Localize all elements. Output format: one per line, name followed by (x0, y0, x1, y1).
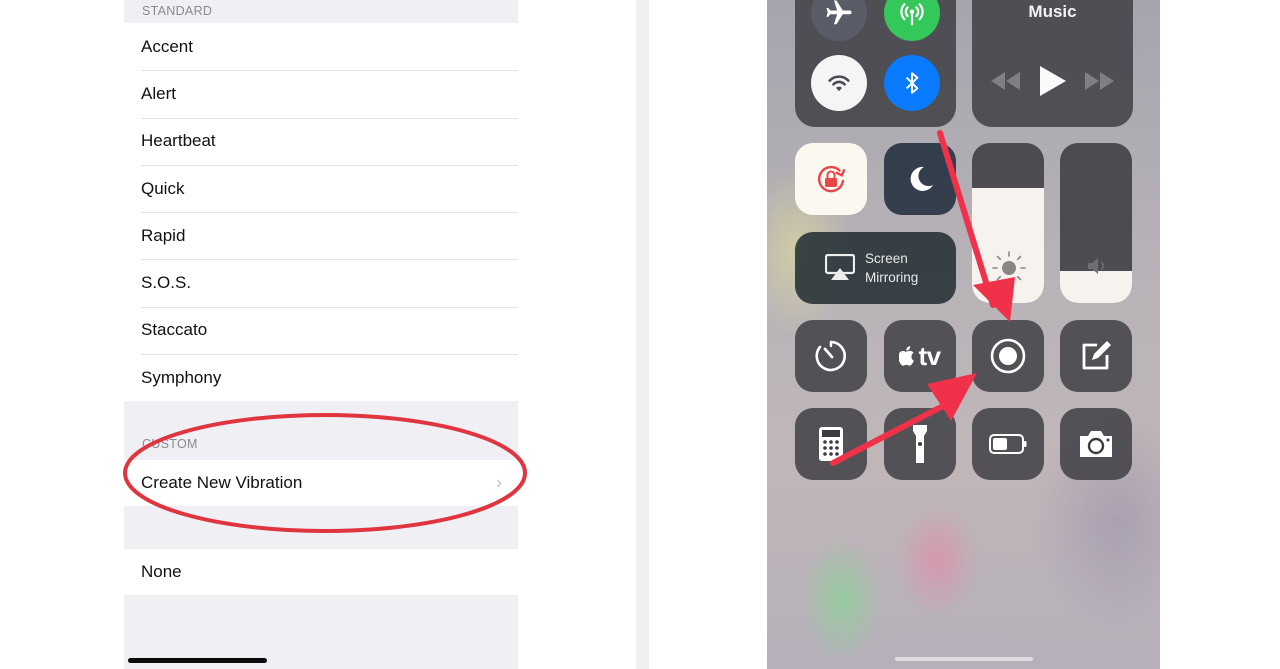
bluetooth-toggle[interactable] (884, 55, 940, 111)
music-title: Music (1028, 2, 1077, 21)
list-item-heartbeat[interactable]: Heartbeat (124, 117, 518, 165)
list-item-none[interactable]: None (124, 549, 518, 595)
speaker-icon (1088, 258, 1104, 274)
create-new-vibration-item[interactable]: Create New Vibration › (124, 460, 518, 506)
volume-slider[interactable] (1060, 143, 1132, 303)
play-icon[interactable] (1038, 66, 1067, 96)
wifi-icon (828, 75, 850, 92)
none-list: None (124, 549, 518, 595)
airplay-icon (825, 254, 855, 280)
list-item-label: Quick (141, 178, 185, 198)
low-power-mode-button[interactable] (972, 408, 1044, 480)
list-item-sos[interactable]: S.O.S. (124, 259, 518, 306)
camera-icon (1080, 431, 1112, 457)
bluetooth-icon (905, 72, 919, 94)
calculator-icon (819, 427, 843, 461)
vibration-settings-panel: STANDARD Accent Alert Heartbeat Quick Ra… (124, 0, 518, 669)
list-item-label: Symphony (141, 367, 222, 387)
orientation-lock-icon (817, 165, 846, 193)
music-module[interactable]: Music (972, 0, 1133, 127)
timer-button[interactable] (795, 320, 867, 392)
chevron-right-icon: › (496, 472, 502, 493)
standard-section-header: STANDARD (124, 0, 518, 22)
sun-icon (992, 251, 1026, 285)
list-item-rapid[interactable]: Rapid (124, 212, 518, 259)
list-item-staccato[interactable]: Staccato (124, 306, 518, 354)
airplane-mode-toggle[interactable] (811, 0, 867, 41)
notes-icon (1082, 341, 1111, 370)
screen-mirroring-line2: Mirroring (865, 270, 919, 285)
custom-section-header: CUSTOM (124, 433, 518, 455)
flashlight-button[interactable] (884, 408, 956, 480)
list-item-label: Alert (141, 83, 176, 103)
rewind-icon[interactable] (990, 72, 1021, 90)
cellular-data-toggle[interactable] (884, 0, 940, 41)
brightness-slider[interactable] (972, 143, 1044, 303)
list-item-label: Create New Vibration (141, 473, 303, 492)
home-indicator (895, 657, 1033, 661)
list-item-label: Rapid (141, 225, 186, 245)
list-item-label: Staccato (141, 320, 208, 340)
list-item-label: None (141, 562, 182, 581)
standard-header-label: STANDARD (142, 4, 213, 18)
list-item-label: Heartbeat (141, 131, 216, 151)
custom-header-label: CUSTOM (142, 437, 198, 451)
brightness-fill (972, 187, 1044, 303)
battery-icon (989, 434, 1027, 454)
screen-mirroring-line1: Screen (865, 251, 908, 266)
control-center: Music Screen Mirroring tv (767, 0, 1160, 669)
panel-divider (636, 0, 649, 669)
screen-mirroring-label: Screen Mirroring (865, 249, 918, 287)
standard-list: Accent Alert Heartbeat Quick Rapid S.O.S… (124, 23, 518, 402)
list-item-label: S.O.S. (141, 273, 192, 293)
home-indicator (128, 658, 267, 663)
calculator-button[interactable] (795, 408, 867, 480)
fast-forward-icon[interactable] (1084, 72, 1115, 90)
moon-icon (910, 166, 933, 191)
apple-tv-remote-button[interactable]: tv (884, 320, 956, 392)
screen-record-icon (990, 338, 1026, 374)
list-item-label: Accent (141, 36, 193, 56)
notes-button[interactable] (1060, 320, 1132, 392)
custom-list: Create New Vibration › (124, 460, 518, 506)
do-not-disturb-toggle[interactable] (884, 143, 956, 215)
airplane-icon (826, 0, 852, 25)
screen-mirroring-button[interactable]: Screen Mirroring (795, 232, 956, 304)
orientation-lock-toggle[interactable] (795, 143, 867, 215)
list-item-accent[interactable]: Accent (124, 23, 518, 70)
flashlight-icon (913, 425, 927, 463)
cellular-antenna-icon (900, 3, 924, 26)
list-item-symphony[interactable]: Symphony (124, 354, 518, 401)
list-item-quick[interactable]: Quick (124, 164, 518, 212)
camera-button[interactable] (1060, 408, 1132, 480)
wifi-toggle[interactable] (811, 55, 867, 111)
apple-tv-label: tv (918, 340, 941, 371)
timer-icon (815, 340, 847, 372)
list-item-alert[interactable]: Alert (124, 70, 518, 117)
connectivity-module (795, 0, 956, 127)
apple-tv-icon (899, 346, 915, 366)
screen-recording-button[interactable] (972, 320, 1044, 392)
